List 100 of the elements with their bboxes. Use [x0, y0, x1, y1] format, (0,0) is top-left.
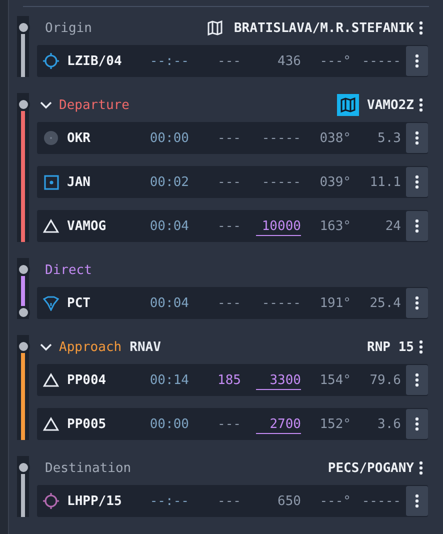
- altitude-cell-text: -----: [260, 130, 301, 148]
- distance-cell-text: 5.3: [376, 130, 401, 146]
- waypoint-ident: PCT: [67, 296, 92, 310]
- waypoint-row[interactable]: VAMOG 00:04 --- 10000 163° 24: [37, 210, 428, 242]
- more-icon: [415, 131, 419, 145]
- heading-cell-text: 039°: [318, 174, 351, 190]
- distance-cell-text: 79.6: [368, 372, 401, 388]
- time-cell-text: 00:00: [148, 416, 189, 432]
- distance-cell-text: -----: [360, 494, 401, 508]
- waypoint-row[interactable]: JAN 00:02 --- ----- 039° 11.1: [37, 166, 428, 198]
- more-button[interactable]: [406, 409, 428, 439]
- waypoint-ident: LHPP/15: [67, 494, 123, 508]
- timeline-node: [16, 340, 30, 353]
- more-icon: [415, 54, 419, 68]
- heading-cell-text: ---°: [318, 54, 351, 68]
- more-icon: [415, 219, 419, 233]
- time-cell-text: 00:14: [148, 372, 189, 388]
- speed-cell-text: ---: [216, 218, 241, 234]
- altitude-cell: 10000: [256, 218, 301, 236]
- section-title: Destination: [45, 460, 132, 476]
- more-icon: [415, 373, 419, 387]
- time-cell-text: --:--: [148, 54, 189, 68]
- time-cell-text: 00:04: [148, 218, 189, 234]
- heading-cell-text: 152°: [318, 416, 351, 432]
- altitude-cell: 2700: [256, 416, 301, 434]
- section-title: Departure: [59, 98, 130, 112]
- map-icon: [206, 20, 223, 36]
- procedure-name: VAMO2Z: [367, 98, 414, 112]
- waypoint-ident: PP004: [67, 372, 108, 388]
- procedure-name: RNP 15: [367, 340, 414, 354]
- section-title: Approach: [59, 340, 122, 354]
- timeline-node: [16, 21, 30, 34]
- distance-cell-text: 3.6: [376, 416, 401, 432]
- more-button[interactable]: [406, 288, 428, 318]
- disc-icon: [43, 130, 59, 146]
- timeline-node: [16, 98, 30, 111]
- more-icon: [419, 21, 423, 35]
- triangle-icon: [43, 373, 59, 387]
- map-button[interactable]: [337, 94, 360, 116]
- procedure-name: PECS/POGANY: [328, 460, 414, 476]
- waypoint-ident: LZIB/04: [67, 54, 123, 68]
- more-icon: [415, 296, 419, 310]
- altitude-cell-text: -----: [260, 174, 301, 192]
- altitude-cell: 3300: [256, 372, 301, 390]
- speed-cell-text: ---: [216, 174, 241, 190]
- speed-cell-text: ---: [216, 130, 241, 146]
- triangle-icon: [43, 417, 59, 431]
- more-icon: [419, 340, 423, 354]
- map-icon: [340, 97, 356, 113]
- pentagon-icon: [43, 296, 59, 310]
- heading-cell-text: 163°: [318, 218, 351, 234]
- more-button[interactable]: [406, 123, 428, 153]
- heading-cell-text: 191°: [318, 296, 351, 310]
- more-icon: [415, 175, 419, 189]
- heading-cell-text: 038°: [318, 130, 351, 146]
- distance-cell-text: 24: [384, 218, 401, 234]
- time-cell-text: --:--: [148, 494, 189, 508]
- more-button[interactable]: [406, 486, 428, 516]
- time-cell-text: 00:04: [148, 296, 189, 310]
- procedure-type: RNAV: [130, 340, 161, 354]
- speed-cell-text: ---: [216, 494, 241, 508]
- altitude-cell-text: -----: [260, 296, 301, 312]
- heading-cell-text: 154°: [318, 372, 351, 388]
- triangle-icon: [43, 219, 59, 233]
- section-title: Origin: [45, 20, 92, 36]
- more-button[interactable]: [406, 365, 428, 395]
- distance-cell-text: 11.1: [368, 174, 401, 190]
- waypoint-ident: VAMOG: [67, 218, 108, 234]
- waypoint-row[interactable]: LHPP/15 --:-- --- 650 ---° -----: [37, 485, 428, 517]
- speed-cell-text: ---: [216, 54, 241, 68]
- waypoint-row[interactable]: PP005 00:00 --- 2700 152° 3.6: [37, 408, 428, 440]
- more-icon: [415, 494, 419, 508]
- chevron-down-icon[interactable]: [40, 343, 52, 351]
- distance-cell-text: 25.4: [368, 296, 401, 310]
- time-cell-text: 00:02: [148, 174, 189, 190]
- more-icon: [419, 461, 423, 475]
- more-button[interactable]: [406, 46, 428, 76]
- time-cell-text: 00:00: [148, 130, 189, 146]
- speed-cell-text: ---: [216, 416, 241, 432]
- more-icon: [415, 417, 419, 431]
- timeline-node: [16, 461, 30, 474]
- altitude-cell-text: 436: [276, 54, 301, 70]
- heading-cell-text: ---°: [318, 494, 351, 508]
- altitude-cell-text: 650: [276, 494, 301, 510]
- waypoint-row[interactable]: OKR 00:00 --- ----- 038° 5.3: [37, 122, 428, 154]
- waypoint-ident: PP005: [67, 416, 108, 432]
- speed-cell-text: 185: [216, 372, 241, 388]
- more-button[interactable]: [406, 211, 428, 241]
- waypoint-ident: JAN: [67, 174, 92, 190]
- distance-cell-text: -----: [360, 54, 401, 68]
- section-title: Direct: [45, 262, 92, 278]
- more-button[interactable]: [406, 167, 428, 197]
- waypoint-row[interactable]: LZIB/04 --:-- --- 436 ---° -----: [37, 45, 428, 77]
- waypoint-row[interactable]: PCT 00:04 --- ----- 191° 25.4: [37, 287, 428, 319]
- speed-cell-text: ---: [216, 296, 241, 310]
- more-icon: [419, 98, 423, 112]
- timeline-node: [16, 263, 30, 276]
- waypoint-row[interactable]: PP004 00:14 185 3300 154° 79.6: [37, 364, 428, 396]
- waypoint-ident: OKR: [67, 130, 92, 146]
- chevron-down-icon[interactable]: [40, 101, 52, 109]
